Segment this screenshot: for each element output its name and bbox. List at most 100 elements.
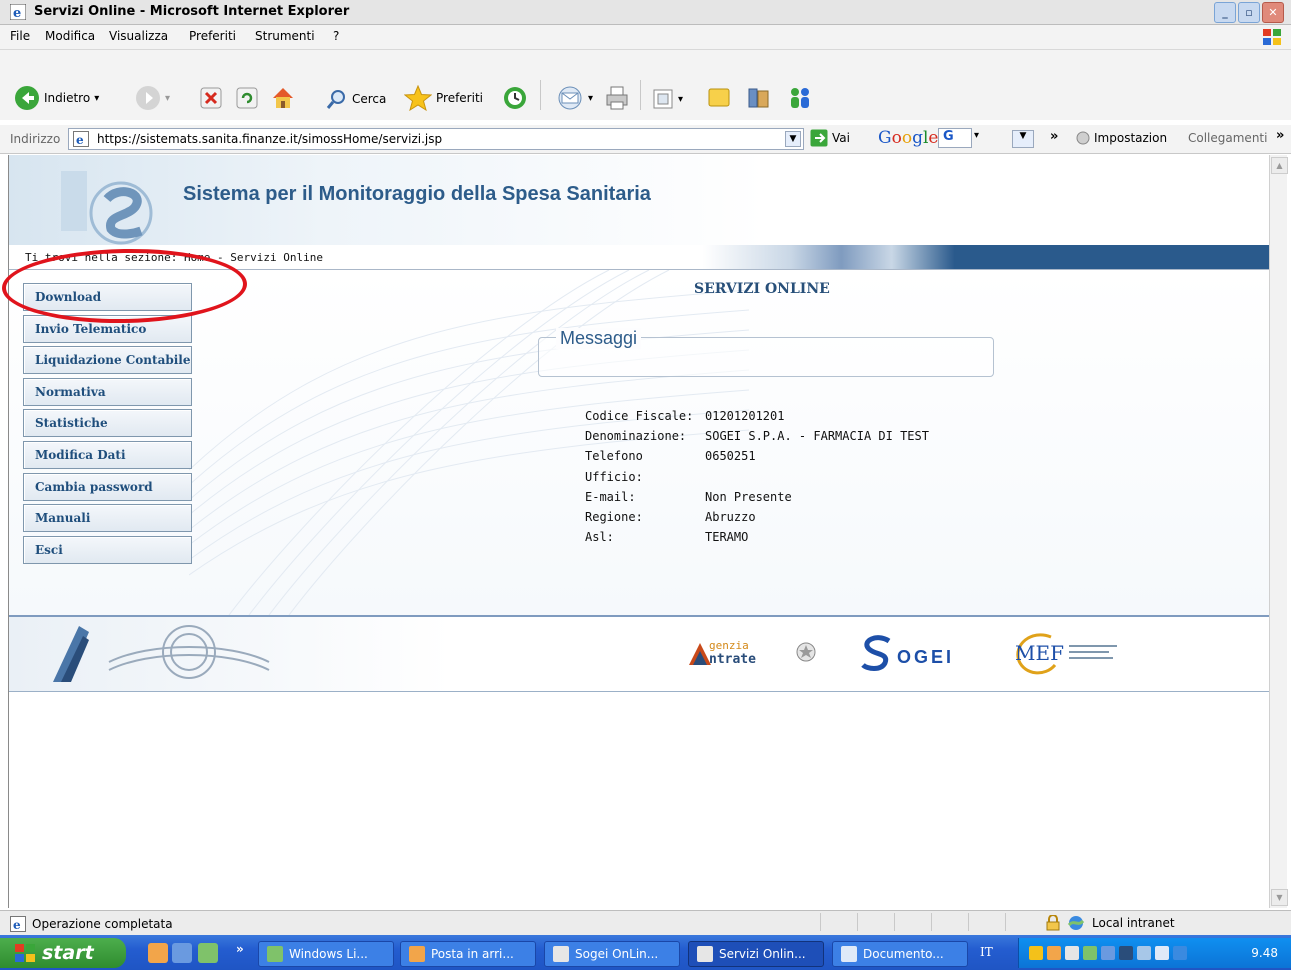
nav-cambia-password[interactable]: Cambia password	[23, 472, 192, 501]
status-text: Operazione completata	[32, 917, 173, 931]
go-button[interactable]: Vai	[810, 129, 850, 147]
restore-button[interactable]: ▫	[1238, 2, 1260, 23]
google-options-dropdown[interactable]: ▼	[1012, 130, 1034, 148]
links-more-icon[interactable]: »	[1276, 128, 1284, 143]
quicklaunch-messenger-icon[interactable]	[198, 943, 218, 963]
svg-text:e: e	[13, 6, 21, 20]
menu-visualizza[interactable]: Visualizza	[109, 29, 168, 43]
toolbar-more-icon[interactable]: »	[1050, 129, 1058, 144]
tray-mail-icon[interactable]	[1029, 946, 1043, 960]
quicklaunch-desktop-icon[interactable]	[172, 943, 192, 963]
sogei-logo: OGEI	[859, 633, 989, 673]
task-windows-live[interactable]: Windows Li...	[258, 941, 394, 967]
tray-outlook-icon[interactable]	[1047, 946, 1061, 960]
standard-toolbar: Indietro ▾ ▾ Cerca Preferiti ▾ ▾	[0, 50, 1291, 120]
address-input[interactable]: e https://sistemats.sanita.finanze.it/si…	[68, 128, 804, 150]
google-dropdown-icon[interactable]: ▾	[974, 130, 979, 141]
edit-button[interactable]: ▾	[652, 88, 683, 110]
info-row: Regione: Abruzzo	[585, 510, 756, 525]
minimize-button[interactable]: _	[1214, 2, 1236, 23]
mail-dropdown-icon[interactable]: ▾	[588, 93, 593, 104]
back-button[interactable]: Indietro ▾	[14, 85, 99, 111]
clock: 9.48	[1251, 946, 1278, 960]
google-toolbar-logo: Google	[878, 128, 939, 148]
edit-dropdown-icon[interactable]: ▾	[678, 94, 683, 105]
info-row: Codice Fiscale: 01201201201	[585, 409, 785, 423]
window-title-bar: e Servizi Online - Microsoft Internet Ex…	[0, 0, 1291, 25]
stop-icon[interactable]	[200, 87, 222, 109]
site-title: Sistema per il Monitoraggio della Spesa …	[183, 183, 651, 205]
system-tray: 9.48	[1018, 938, 1291, 968]
address-label: Indirizzo	[10, 132, 61, 146]
vertical-scrollbar[interactable]: ▲ ▼	[1269, 155, 1288, 908]
close-button[interactable]: ✕	[1262, 2, 1284, 23]
task-documento[interactable]: Documento...	[832, 941, 968, 967]
section-title: SERVIZI ONLINE	[694, 281, 830, 297]
task-servizi-online[interactable]: Servizi Onlin...	[688, 941, 824, 967]
tray-security-icon[interactable]	[1119, 946, 1133, 960]
svg-text:e: e	[76, 133, 84, 147]
home-icon[interactable]	[270, 85, 296, 111]
scroll-up-icon[interactable]: ▲	[1271, 157, 1288, 174]
quicklaunch-more-icon[interactable]: »	[236, 942, 244, 956]
forward-dropdown-icon[interactable]: ▾	[165, 93, 170, 104]
forward-button[interactable]: ▾	[135, 85, 170, 111]
go-arrow-icon	[810, 129, 828, 147]
menu-preferiti[interactable]: Preferiti	[189, 29, 236, 43]
search-button[interactable]: Cerca	[326, 88, 386, 110]
zone-label: Local intranet	[1092, 916, 1175, 930]
user-info: Codice Fiscale: 01201201201 Denominazione…	[585, 406, 929, 547]
discuss-icon[interactable]	[706, 85, 732, 111]
nav-statistiche[interactable]: Statistiche	[23, 409, 192, 438]
links-label[interactable]: Collegamenti	[1188, 131, 1267, 145]
messenger-icon[interactable]	[786, 85, 814, 111]
ie-icon: e	[10, 4, 26, 20]
svg-text:e: e	[13, 918, 21, 932]
tray-antivirus-icon[interactable]	[1173, 946, 1187, 960]
back-dropdown-icon[interactable]: ▾	[94, 93, 99, 104]
scroll-down-icon[interactable]: ▼	[1271, 889, 1288, 906]
nav-esci[interactable]: Esci	[23, 535, 192, 564]
menu-strumenti[interactable]: Strumenti	[255, 29, 315, 43]
task-posta[interactable]: Posta in arri...	[400, 941, 536, 967]
nav-manuali[interactable]: Manuali	[23, 504, 192, 533]
menu-file[interactable]: File	[10, 29, 30, 43]
nav-liquidazione-contabile[interactable]: Liquidazione Contabile	[23, 346, 192, 375]
info-row: Asl: TERAMO	[585, 530, 749, 545]
quicklaunch-outlook-icon[interactable]	[148, 943, 168, 963]
lock-icon	[1046, 915, 1060, 931]
agenzia-entrate-logo: genzia ntrate	[687, 637, 819, 671]
windows-flag-icon	[1263, 29, 1281, 45]
mail-button[interactable]: ▾	[556, 85, 593, 111]
history-icon[interactable]	[502, 85, 528, 111]
page-icon: e	[73, 131, 89, 147]
language-indicator[interactable]: IT	[980, 945, 993, 959]
nav-modifica-dati[interactable]: Modifica Dati	[23, 440, 192, 469]
tray-wifi-icon[interactable]	[1137, 946, 1151, 960]
windows-logo-icon	[15, 944, 35, 962]
favorites-button[interactable]: Preferiti	[404, 85, 483, 111]
nav-normativa[interactable]: Normativa	[23, 377, 192, 406]
mail-icon	[558, 86, 582, 110]
address-dropdown-icon[interactable]: ▼	[785, 131, 801, 147]
tray-messenger-icon[interactable]	[1083, 946, 1097, 960]
taskbar: start » Windows Li... Posta in arri... S…	[0, 935, 1291, 970]
settings-button[interactable]: Impostazion	[1076, 131, 1167, 145]
start-button[interactable]: start	[0, 938, 126, 968]
address-bar: Indirizzo e https://sistemats.sanita.fin…	[0, 125, 1291, 154]
menu-help[interactable]: ?	[333, 29, 339, 43]
research-icon[interactable]	[746, 85, 772, 111]
menu-modifica[interactable]: Modifica	[45, 29, 95, 43]
menu-bar: File Modifica Visualizza Preferiti Strum…	[0, 25, 1291, 50]
google-search-box[interactable]: G	[938, 128, 972, 148]
tray-network-icon[interactable]	[1065, 946, 1079, 960]
refresh-icon[interactable]	[236, 87, 258, 109]
messenger-task-icon	[267, 946, 283, 962]
print-icon[interactable]	[604, 85, 630, 111]
tray-display-icon[interactable]	[1101, 946, 1115, 960]
page-status-icon: e	[10, 916, 26, 932]
task-sogei-online[interactable]: Sogei OnLin...	[544, 941, 680, 967]
tray-sync-icon[interactable]	[1155, 946, 1169, 960]
site-header: Sistema per il Monitoraggio della Spesa …	[9, 155, 1270, 245]
forward-arrow-icon	[136, 86, 160, 110]
